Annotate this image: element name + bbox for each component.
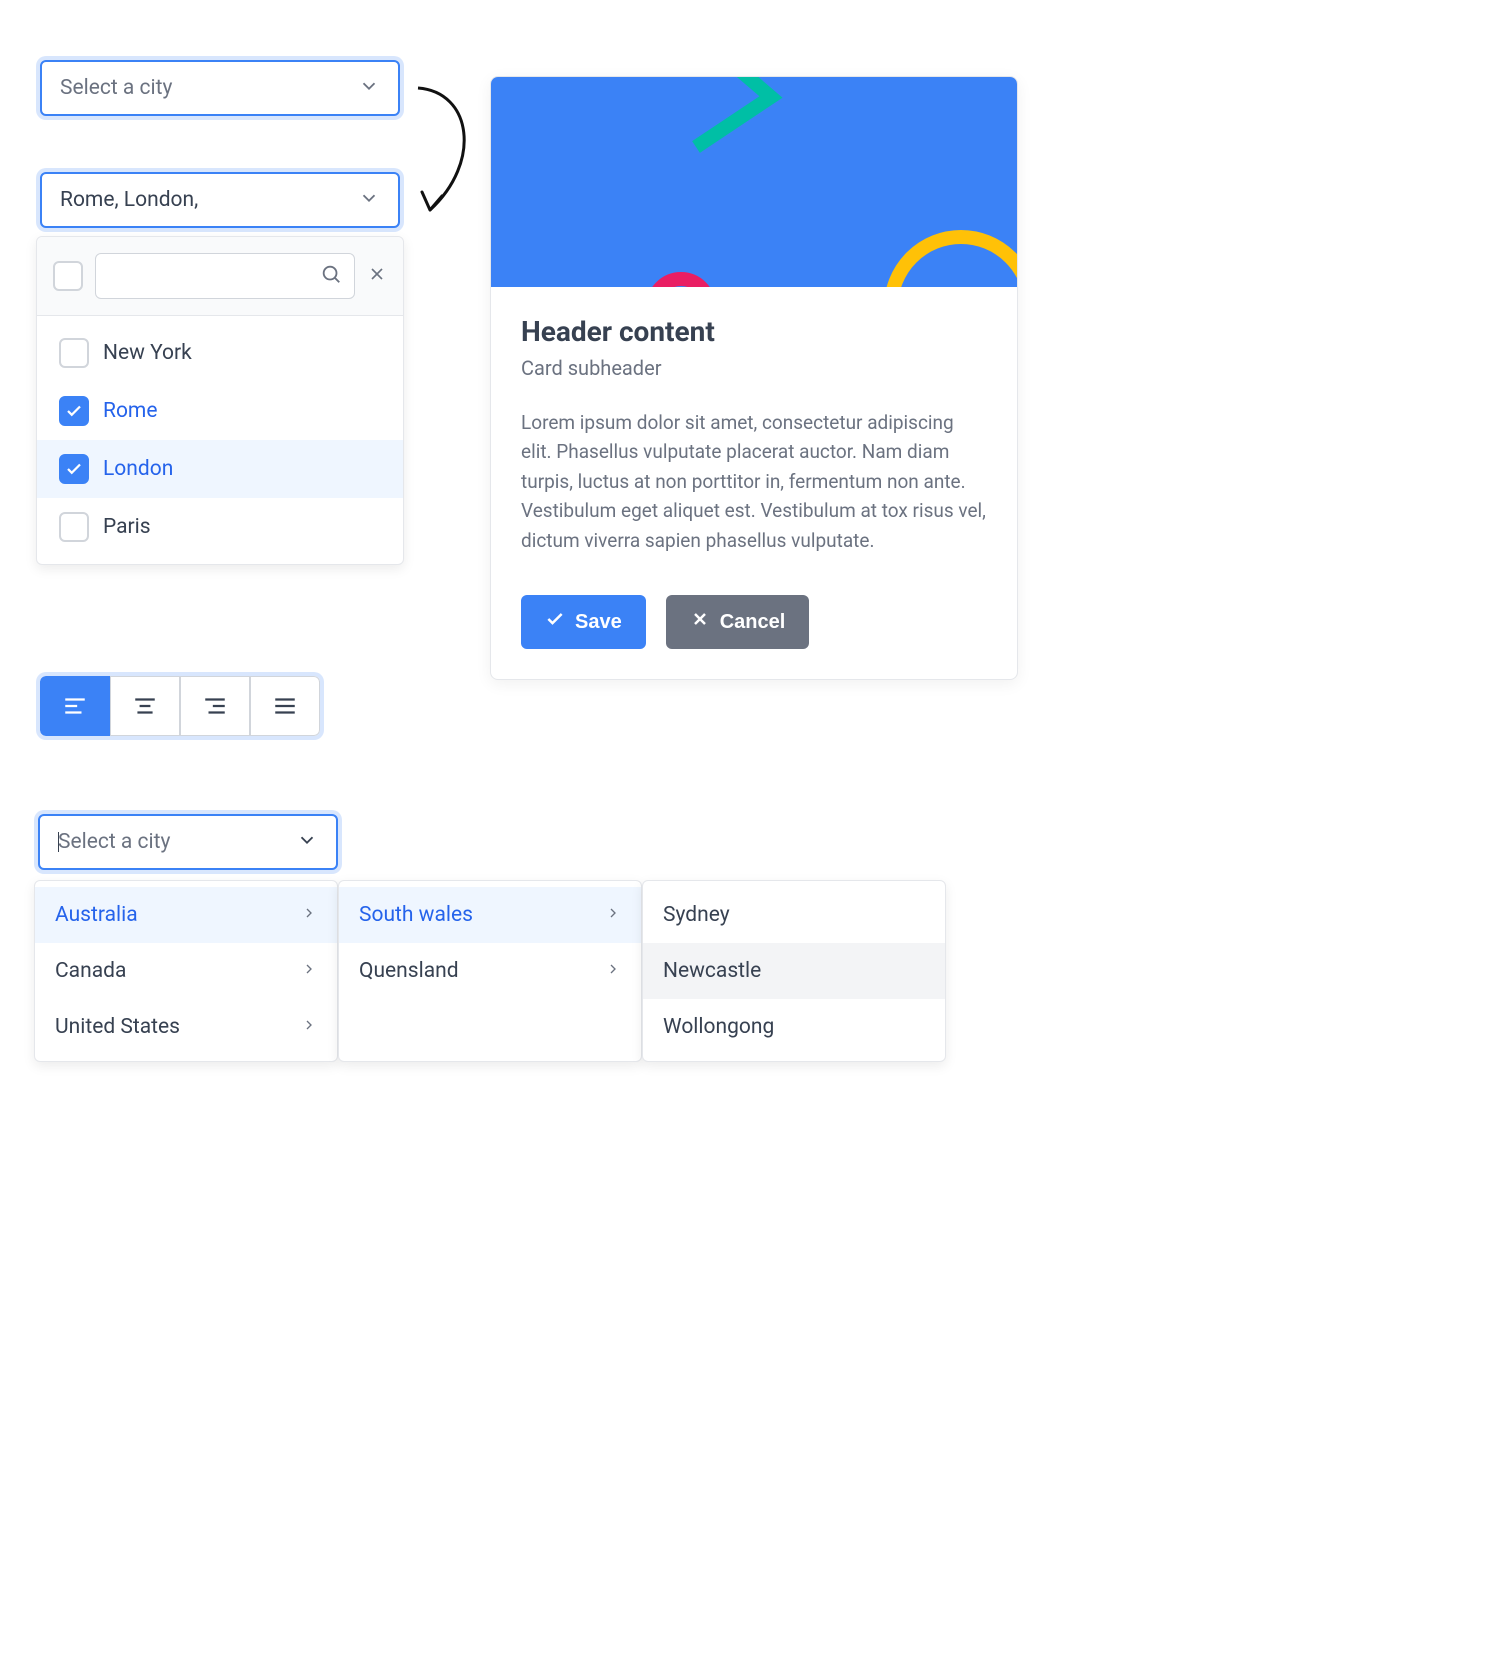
save-button-label: Save <box>575 611 622 634</box>
city-multiselect[interactable]: Rome, London, <box>40 172 400 228</box>
option-label: London <box>103 457 173 481</box>
city-multiselect-dropdown: New York Rome London Paris <box>36 236 404 565</box>
card-body: Header content Card subheader Lorem ipsu… <box>491 287 1017 679</box>
option-new-york[interactable]: New York <box>37 324 403 382</box>
option-label: Paris <box>103 515 151 539</box>
select-value: Rome, London, <box>60 188 198 212</box>
card-image <box>491 77 1017 287</box>
select-placeholder: Select a city <box>60 76 172 100</box>
chevron-right-icon <box>605 959 621 983</box>
cascader-panel-3: Sydney Newcastle Wollongong <box>642 880 946 1062</box>
arrow-annotation-icon <box>412 82 492 226</box>
cascader-option-newcastle[interactable]: Newcastle <box>643 943 945 999</box>
city-select-closed[interactable]: Select a city <box>40 60 400 116</box>
chevron-down-icon <box>358 187 380 213</box>
cascader-option-label: Canada <box>55 959 126 983</box>
checkbox[interactable] <box>59 454 89 484</box>
align-justify-button[interactable] <box>250 676 320 736</box>
card-text: Lorem ipsum dolor sit amet, consectetur … <box>521 408 987 555</box>
content-card: Header content Card subheader Lorem ipsu… <box>490 76 1018 680</box>
card-subtitle: Card subheader <box>521 356 987 380</box>
cascader-option-label: Sydney <box>663 903 730 927</box>
cascader-placeholder: Select a city <box>58 830 170 854</box>
option-paris[interactable]: Paris <box>37 498 403 556</box>
dropdown-search-input[interactable] <box>108 266 310 287</box>
cascader-option-wollongong[interactable]: Wollongong <box>643 999 945 1055</box>
cascader-option-label: Australia <box>55 903 138 927</box>
chevron-right-icon <box>301 959 317 983</box>
checkbox[interactable] <box>59 512 89 542</box>
cascader-option-canada[interactable]: Canada <box>35 943 337 999</box>
checkbox[interactable] <box>59 338 89 368</box>
chevron-right-icon <box>605 903 621 927</box>
chevron-right-icon <box>301 903 317 927</box>
select-all-checkbox[interactable] <box>53 261 83 291</box>
cancel-button[interactable]: Cancel <box>666 595 810 649</box>
text-align-button-group <box>40 676 320 736</box>
close-icon <box>690 609 710 635</box>
cascader-option-label: Quensland <box>359 959 459 983</box>
cascader-option-sydney[interactable]: Sydney <box>643 887 945 943</box>
cascader-panel-2: South wales Quensland <box>338 880 642 1062</box>
cascader-option-label: Newcastle <box>663 959 761 983</box>
cascader-option-label: South wales <box>359 903 473 927</box>
chevron-right-icon <box>301 1015 317 1039</box>
option-london[interactable]: London <box>37 440 403 498</box>
close-icon[interactable] <box>367 264 387 288</box>
cascader-option-label: United States <box>55 1015 180 1039</box>
align-right-button[interactable] <box>180 676 250 736</box>
align-left-button[interactable] <box>40 676 110 736</box>
dropdown-search-wrap <box>95 253 355 299</box>
cascader-option-quensland[interactable]: Quensland <box>339 943 641 999</box>
cascader-panel-1: Australia Canada United States <box>34 880 338 1062</box>
dropdown-header <box>37 237 403 316</box>
cascader-panels: Australia Canada United States South wal… <box>34 880 946 1062</box>
cascader-city-select[interactable]: Select a city <box>38 814 338 870</box>
cascader-option-australia[interactable]: Australia <box>35 887 337 943</box>
option-list: New York Rome London Paris <box>37 316 403 564</box>
save-button[interactable]: Save <box>521 595 646 649</box>
check-icon <box>545 609 565 635</box>
option-label: Rome <box>103 399 157 423</box>
checkbox[interactable] <box>59 396 89 426</box>
card-title: Header content <box>521 315 987 348</box>
card-actions: Save Cancel <box>521 595 987 649</box>
option-rome[interactable]: Rome <box>37 382 403 440</box>
search-icon <box>320 263 342 289</box>
cancel-button-label: Cancel <box>720 611 786 634</box>
chevron-down-icon <box>296 829 318 855</box>
option-label: New York <box>103 341 192 365</box>
chevron-down-icon <box>358 75 380 101</box>
cascader-option-united-states[interactable]: United States <box>35 999 337 1055</box>
cascader-option-label: Wollongong <box>663 1015 774 1039</box>
cascader-option-south-wales[interactable]: South wales <box>339 887 641 943</box>
align-center-button[interactable] <box>110 676 180 736</box>
